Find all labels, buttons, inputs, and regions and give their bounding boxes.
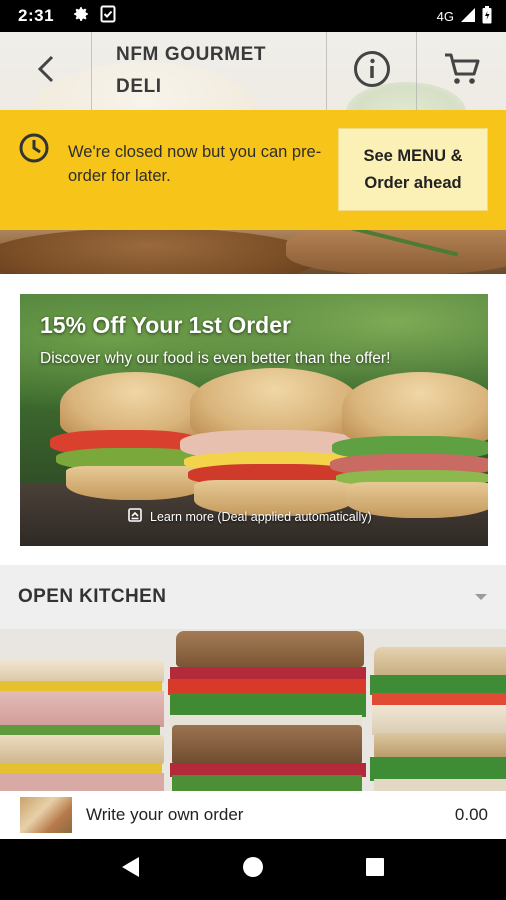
- item-thumbnail: [20, 797, 72, 833]
- nav-home-icon[interactable]: [242, 856, 264, 883]
- navigation-bar: [0, 839, 506, 900]
- clock-icon: [18, 132, 50, 169]
- section-header-open-kitchen[interactable]: OPEN KITCHEN: [0, 565, 506, 629]
- closed-banner: We're closed now but you can pre-order f…: [0, 110, 506, 230]
- signal-icon: [460, 7, 476, 26]
- learn-more-icon: [128, 508, 142, 525]
- open-kitchen-image: [0, 629, 506, 791]
- cart-button[interactable]: [417, 32, 506, 110]
- section-title: OPEN KITCHEN: [18, 586, 167, 607]
- restaurant-title: NFM GOURMET DELI: [92, 32, 327, 110]
- see-menu-button[interactable]: See MENU & Order ahead: [338, 128, 488, 211]
- title-line-2: DELI: [116, 76, 162, 97]
- cart-icon: [443, 52, 481, 91]
- promo-card[interactable]: 15% Off Your 1st Order Discover why our …: [20, 294, 488, 546]
- closed-message: We're closed now but you can pre-order f…: [68, 143, 322, 185]
- battery-icon: [482, 5, 492, 27]
- network-label: 4G: [436, 8, 454, 24]
- item-price: 0.00: [454, 805, 488, 824]
- status-time: 2:31: [18, 6, 55, 25]
- learn-more-link[interactable]: Learn more (Deal applied automatically): [128, 508, 372, 525]
- settings-icon: [72, 5, 90, 28]
- nav-back-icon[interactable]: [121, 856, 141, 883]
- info-button[interactable]: [327, 32, 417, 110]
- info-icon: [353, 50, 391, 93]
- learn-more-label: Learn more (Deal applied automatically): [150, 509, 372, 524]
- item-name: Write your own order: [86, 805, 244, 824]
- back-arrow-icon: [36, 54, 56, 89]
- menu-item-write-your-own-order[interactable]: Write your own order 0.00: [0, 791, 506, 839]
- document-icon: [100, 5, 116, 28]
- see-menu-label-2: Order ahead: [364, 173, 462, 192]
- promo-subtitle: Discover why our food is even better tha…: [40, 350, 391, 367]
- chevron-down-icon: [474, 588, 488, 606]
- back-button[interactable]: [0, 32, 92, 110]
- nav-recents-icon[interactable]: [365, 857, 385, 882]
- see-menu-label-1: See MENU &: [363, 146, 463, 165]
- app-header: NFM GOURMET DELI: [0, 32, 506, 110]
- title-line-1: NFM GOURMET: [116, 44, 267, 65]
- promo-title: 15% Off Your 1st Order: [40, 312, 291, 338]
- status-bar: 2:31 4G: [0, 0, 506, 32]
